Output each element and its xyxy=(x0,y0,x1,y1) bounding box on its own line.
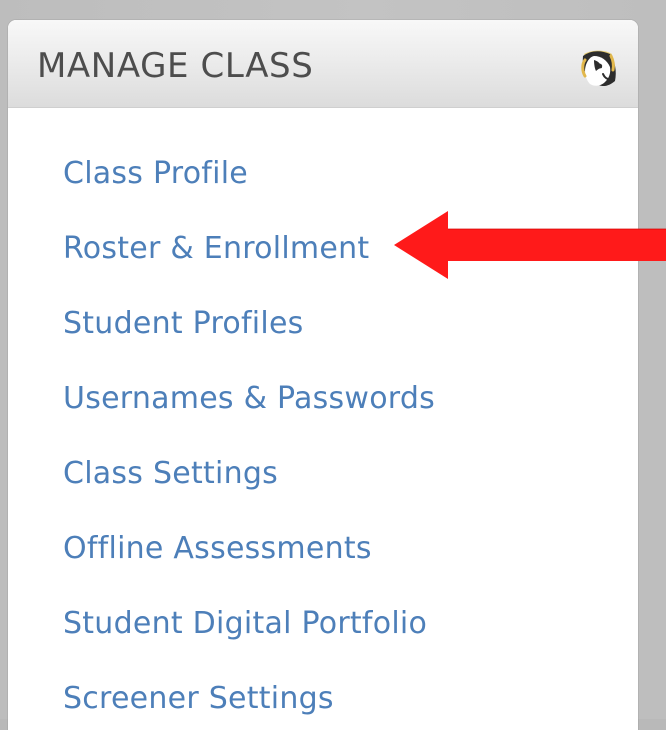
usernames-passwords-link[interactable]: Usernames & Passwords xyxy=(63,384,435,414)
screener-settings-link[interactable]: Screener Settings xyxy=(63,684,334,714)
menu-item-screener-settings[interactable]: Screener Settings xyxy=(63,684,334,714)
roster-enrollment-link[interactable]: Roster & Enrollment xyxy=(63,234,369,264)
manage-class-panel: MANAGE CLASS Class Profile Roster & Enro… xyxy=(8,20,638,730)
class-profile-link[interactable]: Class Profile xyxy=(63,159,248,189)
student-digital-portfolio-link[interactable]: Student Digital Portfolio xyxy=(63,609,427,639)
mascot-logo-icon xyxy=(581,50,616,87)
menu-item-offline-assessments[interactable]: Offline Assessments xyxy=(63,534,372,564)
menu-item-student-profiles[interactable]: Student Profiles xyxy=(63,309,304,339)
student-profiles-link[interactable]: Student Profiles xyxy=(63,309,304,339)
menu-item-usernames-passwords[interactable]: Usernames & Passwords xyxy=(63,384,435,414)
menu-item-class-profile[interactable]: Class Profile xyxy=(63,159,248,189)
menu-item-roster-enrollment[interactable]: Roster & Enrollment xyxy=(63,234,369,264)
class-settings-link[interactable]: Class Settings xyxy=(63,459,278,489)
offline-assessments-link[interactable]: Offline Assessments xyxy=(63,534,372,564)
menu-item-class-settings[interactable]: Class Settings xyxy=(63,459,278,489)
manage-class-menu: Class Profile Roster & Enrollment Studen… xyxy=(63,20,563,730)
menu-item-student-digital-portfolio[interactable]: Student Digital Portfolio xyxy=(63,609,427,639)
